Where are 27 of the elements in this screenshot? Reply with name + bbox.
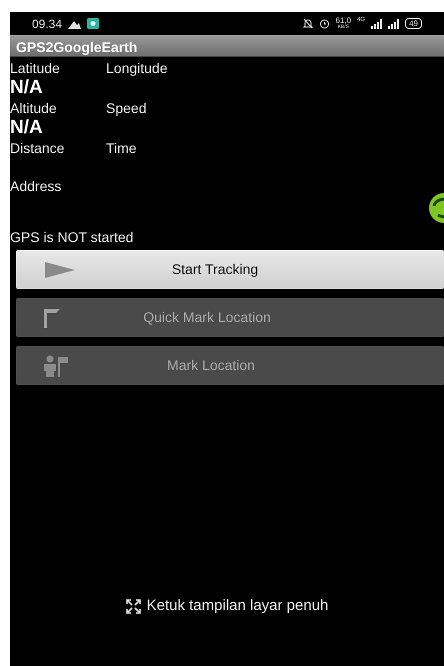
field-label: Altitude <box>10 99 58 117</box>
address-label: Address <box>10 177 62 195</box>
play-icon <box>44 260 76 278</box>
field-label: Longitude <box>106 59 168 77</box>
field-label: Latitude <box>10 59 61 77</box>
network-speed: 61,0 <box>336 16 352 24</box>
person-with-flag-icon <box>44 354 68 376</box>
fullscreen-hint: Ketuk tampilan layar penuh <box>146 596 328 616</box>
app-notification-icon <box>87 18 100 29</box>
fullscreen-icon <box>126 598 141 614</box>
field-label: Speed <box>106 99 146 117</box>
mountain-icon <box>68 18 82 28</box>
window-title: GPS2GoogleEarth <box>16 38 138 57</box>
field-label: Time <box>106 139 137 157</box>
clock: 09.34 <box>32 16 62 32</box>
status-text: GPS is NOT started <box>10 228 134 246</box>
signal-icon <box>388 18 400 28</box>
bell-off-icon <box>302 18 312 29</box>
field-label: Distance <box>10 139 66 157</box>
alarm-icon <box>318 18 330 29</box>
field-value: N/A <box>10 77 43 98</box>
battery-indicator: 49 <box>405 18 422 29</box>
field-value: N/A <box>10 117 43 138</box>
track-button[interactable]: Start Tracking <box>16 250 444 289</box>
flag-icon <box>44 308 60 328</box>
refresh-icon[interactable] <box>428 193 444 223</box>
signal-icon <box>371 18 382 28</box>
